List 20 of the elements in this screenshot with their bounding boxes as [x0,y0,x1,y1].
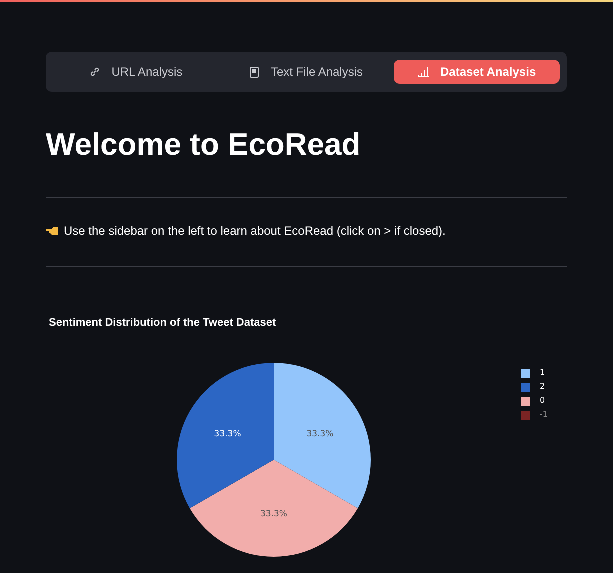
slice-label: 33.3% [260,509,288,520]
legend-swatch[interactable] [521,396,530,406]
bar-chart-icon [418,67,429,77]
legend-swatch[interactable] [521,382,530,392]
legend-label[interactable]: 2 [540,381,546,393]
intro-text: Use the sidebar on the left to learn about EcoRead (click on > if closed). [64,223,446,240]
pointing-hand-icon [46,226,60,236]
legend-label[interactable]: 0 [540,395,546,407]
link-icon [90,67,100,77]
legend-label[interactable]: 1 [540,367,546,379]
tab[interactable]: Text File Analysis [223,60,390,84]
chart-title: Sentiment Distribution of the Tweet Dataset [49,316,276,331]
document-icon [250,66,259,78]
legend-label[interactable]: -1 [540,409,548,421]
tab[interactable]: URL Analysis [53,60,220,84]
slice-label: 33.3% [306,429,334,440]
legend-swatch[interactable] [521,410,530,420]
slice-label: 33.3% [214,429,242,440]
legend-swatch[interactable] [521,368,530,378]
page-title: Welcome to EcoRead [46,126,362,164]
